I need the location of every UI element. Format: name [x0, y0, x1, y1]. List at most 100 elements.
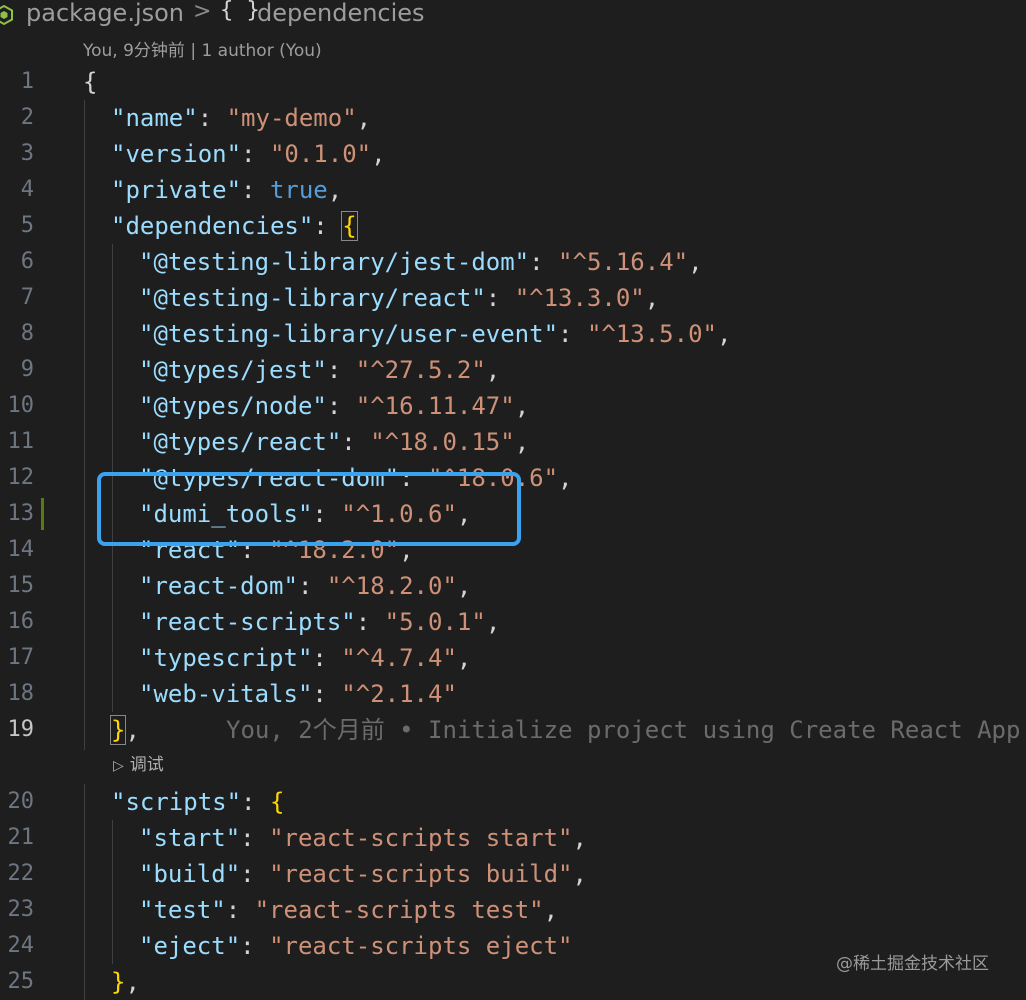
code-token: "^4.7.4": [341, 644, 457, 672]
code-token: ,: [514, 428, 530, 456]
code-token: ,: [456, 572, 472, 600]
code-token: ,: [558, 464, 573, 492]
code-line[interactable]: {: [83, 64, 97, 100]
code-line[interactable]: "test": "react-scripts test",: [139, 892, 558, 928]
breadcrumb-symbol[interactable]: dependencies: [257, 0, 425, 27]
code-line[interactable]: },: [109, 712, 140, 748]
object-symbol-icon: { }: [220, 0, 260, 23]
code-token: }: [111, 968, 126, 996]
code-line[interactable]: "@types/jest": "^27.5.2",: [139, 352, 500, 388]
code-token: "5.0.1": [384, 608, 486, 636]
code-token: "typescript": [139, 644, 313, 672]
code-line[interactable]: "react-dom": "^18.2.0",: [139, 568, 471, 604]
code-token: "scripts": [111, 788, 242, 816]
line-number: 24: [7, 933, 35, 958]
code-token: "name": [111, 104, 198, 132]
line-number: 6: [20, 249, 34, 274]
breadcrumb-separator: >: [193, 0, 212, 24]
code-line[interactable]: "private": true,: [111, 172, 342, 208]
code-token: ,: [485, 356, 501, 384]
code-token: }: [109, 715, 127, 745]
code-token: :: [240, 824, 270, 852]
git-blame-annotation: You, 2个月前 • Initialize project using Cre…: [226, 716, 1021, 744]
line-number: 2: [20, 105, 34, 130]
code-line[interactable]: "typescript": "^4.7.4",: [139, 640, 471, 676]
code-line[interactable]: "@types/react": "^18.0.15",: [139, 424, 529, 460]
code-token: "@testing-library/jest-dom": [139, 248, 530, 276]
code-token: "^13.3.0": [514, 284, 645, 312]
code-token: ,: [456, 644, 472, 672]
line-number: 7: [20, 285, 34, 310]
code-token: "react-scripts test": [254, 896, 544, 924]
code-token: :: [558, 320, 587, 348]
code-line[interactable]: "react-scripts": "5.0.1",: [139, 604, 500, 640]
code-token: ,: [485, 608, 501, 636]
code-line[interactable]: "@testing-library/jest-dom": "^5.16.4",: [139, 244, 703, 280]
code-token: {: [341, 211, 358, 241]
code-token: "^16.11.47": [355, 392, 515, 420]
code-token: "^13.5.0": [586, 320, 717, 348]
line-number: 21: [7, 825, 35, 850]
line-number: 12: [7, 465, 35, 490]
code-token: "@testing-library/user-event": [139, 320, 559, 348]
line-number: 20: [7, 789, 35, 814]
code-line[interactable]: "@testing-library/react": "^13.3.0",: [139, 280, 659, 316]
code-line[interactable]: "@types/node": "^16.11.47",: [139, 388, 529, 424]
code-token: :: [240, 860, 270, 888]
code-token: :: [312, 680, 342, 708]
code-token: ,: [572, 824, 587, 852]
code-token: "^5.16.4": [558, 248, 689, 276]
debug-codelens[interactable]: ▷ 调试: [113, 750, 164, 775]
code-line[interactable]: "name": "my-demo",: [111, 100, 371, 136]
breadcrumb-file[interactable]: package.json: [26, 0, 184, 27]
line-number: 23: [7, 897, 35, 922]
indent-guide: [84, 784, 85, 1000]
code-token: :: [355, 608, 385, 636]
indent-guide: [84, 100, 85, 750]
line-number: 17: [7, 645, 35, 670]
code-token: ,: [644, 284, 660, 312]
code-token: "react-scripts build": [269, 860, 573, 888]
code-line[interactable]: "@testing-library/user-event": "^13.5.0"…: [139, 316, 731, 352]
code-line[interactable]: "web-vitals": "^2.1.4": [139, 676, 457, 712]
line-number: 10: [7, 393, 35, 418]
code-token: "dependencies": [111, 212, 314, 240]
code-line[interactable]: "start": "react-scripts start",: [139, 820, 587, 856]
line-number: 3: [20, 141, 34, 166]
line-number: 11: [7, 429, 35, 454]
play-icon: ▷: [113, 758, 124, 774]
code-token: "react-scripts eject": [269, 932, 573, 960]
line-number: 22: [7, 861, 35, 886]
code-line[interactable]: "version": "0.1.0",: [111, 136, 386, 172]
code-token: "my-demo": [226, 104, 357, 132]
watermark: @稀土掘金技术社区: [836, 954, 989, 974]
code-line[interactable]: "eject": "react-scripts eject": [139, 928, 573, 964]
code-token: "react-scripts": [139, 608, 356, 636]
code-token: :: [297, 572, 327, 600]
code-token: :: [529, 248, 559, 276]
code-token: :: [241, 788, 270, 816]
code-token: "^18.0.15": [370, 428, 515, 456]
code-token: "react-scripts start": [269, 824, 573, 852]
code-token: "@testing-library/react": [139, 284, 486, 312]
code-token: :: [313, 212, 343, 240]
code-token: ,: [356, 104, 372, 132]
code-token: :: [197, 104, 227, 132]
codelens-authors[interactable]: You, 9分钟前 | 1 author (You): [83, 36, 322, 61]
indent-guide: [112, 820, 113, 964]
code-line[interactable]: "scripts": {: [111, 784, 284, 820]
code-token: ,: [125, 968, 140, 996]
code-token: "build": [139, 860, 241, 888]
code-line[interactable]: "dependencies": {: [111, 208, 358, 244]
line-number: 1: [20, 69, 34, 94]
code-line[interactable]: "build": "react-scripts build",: [139, 856, 587, 892]
code-token: "start": [139, 824, 241, 852]
code-token: "@types/react": [139, 428, 342, 456]
code-token: "@types/node": [139, 392, 327, 420]
code-token: :: [240, 932, 270, 960]
git-modified-indicator[interactable]: [41, 498, 44, 530]
code-line[interactable]: },: [111, 964, 140, 1000]
line-number: 25: [7, 969, 35, 994]
line-number: 18: [7, 681, 35, 706]
code-token: :: [241, 176, 270, 204]
